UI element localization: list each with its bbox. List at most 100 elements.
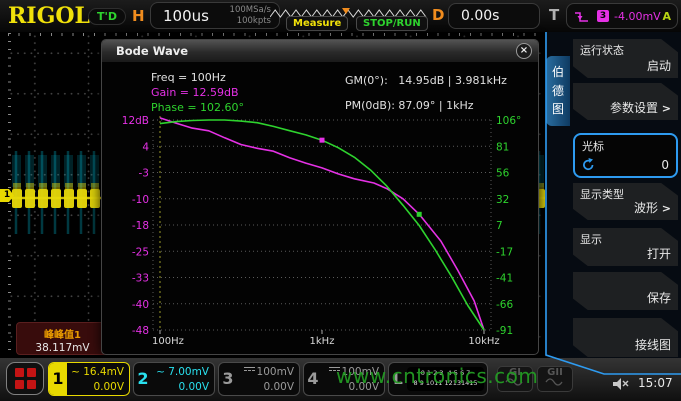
speaker-muted-icon[interactable] [612, 377, 630, 392]
channel-offset: 0.00V [67, 380, 124, 395]
gain-axis-tick: 12dB [122, 115, 149, 127]
cursor-gain-readout: Gain = 12.59dB [151, 86, 239, 99]
gm-point [417, 212, 422, 217]
measurement-value: 38.117mV [17, 342, 108, 354]
gain-margin-readout: GM(0°): 14.95dB | 3.981kHz [345, 74, 507, 87]
phase-axis-tick: 7 [496, 220, 503, 232]
trigger-box[interactable]: 3 -4.00mV A [566, 3, 678, 29]
channel-scale: 100mV [237, 365, 294, 380]
dialog-title: Bode Wave [102, 40, 538, 62]
menu-item-2[interactable]: 参数设置 > [573, 83, 678, 120]
source-gi-button[interactable]: GI [497, 366, 533, 392]
menu-item-value: 启动 [647, 57, 671, 74]
delay-label: D [432, 6, 444, 24]
bode-menu-tab[interactable]: 伯德图 [546, 56, 570, 126]
channel-scale: ~ 7.00mV [152, 365, 209, 380]
gain-axis-tick: -10 [132, 194, 149, 206]
gain-axis-tick: -18 [132, 220, 149, 232]
trigger-level-value: -4.00mV [614, 10, 662, 23]
measure-button[interactable]: Measure [286, 16, 348, 31]
ac-coupling-icon: ~ [156, 366, 168, 378]
channel-number: 4 [304, 363, 322, 395]
clock: 15:07 [638, 376, 673, 390]
menu-item-5[interactable]: 显示打开 [573, 228, 678, 266]
rotate-knob-icon [581, 157, 596, 172]
channel-1-box[interactable]: 1~ 16.4mV0.00V [48, 362, 130, 396]
gain-axis-tick: -40 [132, 299, 149, 311]
channel-number: 3 [219, 363, 237, 395]
phase-axis-tick: 56 [496, 168, 510, 180]
sine-wave-icon [545, 378, 565, 386]
channel-4-box[interactable]: 4100mV0.00V [303, 362, 385, 396]
menu-item-4[interactable]: 显示类型波形 > [573, 183, 678, 220]
menu-item-value: 接线图 [635, 336, 671, 353]
freq-axis-tick: 1kHz [310, 336, 335, 347]
phase-axis-tick: -41 [496, 273, 513, 285]
bode-wave-dialog: Bode Wave × Freq = 100Hz Gain = 12.59dB … [101, 39, 539, 355]
close-icon[interactable]: × [516, 43, 532, 59]
menu-item-value: 0 [661, 158, 669, 172]
phase-axis-tick: -66 [496, 299, 513, 311]
channel-offset: 0.00V [322, 380, 379, 395]
channel-offset: 0.00V [237, 380, 294, 395]
channel-number: 2 [134, 363, 152, 395]
menu-item-value: 参数设置 > [610, 99, 671, 116]
channel-scale: ~ 16.4mV [67, 365, 124, 380]
trigger-source-badge: 3 [597, 10, 609, 22]
logic-digits: 0 1 2 3 4 5 6 78 9 1011 12131415 [407, 367, 484, 391]
gain-axis-tick: 4 [142, 141, 149, 153]
channel-2-box[interactable]: 2~ 7.00mV0.00V [133, 362, 215, 396]
menu-item-label: 运行状态 [580, 42, 624, 58]
menu-item-3[interactable]: 光标 0 [573, 133, 678, 178]
cursor-freq-readout: Freq = 100Hz [151, 71, 226, 84]
gain-axis-tick: -25 [132, 246, 149, 258]
falling-edge-icon [574, 9, 589, 24]
dc-coupling-icon [244, 367, 255, 374]
chevron-right-icon: > [658, 102, 671, 115]
dc-coupling-icon [329, 367, 340, 374]
menu-sidebar: 伯德图 运行状态启动参数设置 > 光标 0 显示类型波形 > 显示打开保存接线图 [545, 32, 681, 375]
menu-grid-icon[interactable] [6, 362, 44, 395]
gain-curve [160, 118, 484, 330]
horizontal-label: H [132, 7, 145, 25]
channel-offset: 0.00V [152, 380, 209, 395]
menu-item-1[interactable]: 运行状态启动 [573, 39, 678, 78]
gain-axis-tick: -48 [132, 325, 149, 337]
channel-3-box[interactable]: 3100mV0.00V [218, 362, 300, 396]
trigger-label: T [549, 6, 559, 24]
source-gii-button[interactable]: GII [537, 366, 573, 392]
menu-item-6[interactable]: 保存 [573, 272, 678, 310]
channel-number: 1 [49, 363, 67, 395]
delay-box[interactable]: 0.00s [448, 3, 540, 29]
sine-wave-icon [505, 378, 525, 386]
phase-axis-tick: -17 [496, 246, 513, 258]
freq-axis-tick: 100Hz [152, 336, 184, 347]
trigger-status-badge: T'D [88, 8, 126, 25]
phase-axis-tick: 32 [496, 194, 509, 206]
bottom-bar: 1~ 16.4mV0.00V2~ 7.00mV0.00V3100mV0.00V4… [0, 358, 681, 401]
phase-axis-tick: 81 [496, 141, 509, 153]
oscilloscope-screen: RIGOL T'D H 100us 100MSa/s100kpts Measur… [0, 0, 681, 401]
menu-item-label: 光标 [582, 138, 604, 154]
bode-chart: 12dB 106° 4 81 -3 56 -10 32 -18 7 -25 -17 -33 -41 -40 -… [102, 106, 540, 352]
timebase-box[interactable]: 100us 100MSa/s100kpts [150, 2, 280, 29]
measurement-name: 峰峰值1 [17, 326, 108, 341]
logic-channels-box[interactable]: L 0 1 2 3 4 5 6 78 9 1011 12131415 [388, 362, 488, 396]
ac-coupling-icon: ~ [71, 366, 83, 378]
gain-axis-tick: -3 [139, 168, 149, 180]
menu-item-7[interactable]: 接线图 [573, 318, 678, 357]
channel-scale: 100mV [322, 365, 379, 380]
measurement-result-box: 峰峰值1 38.117mV [16, 322, 109, 355]
phase-axis-tick: 106° [496, 115, 521, 127]
rigol-logo: RIGOL [8, 3, 90, 29]
timebase-value: 100us [151, 7, 230, 25]
menu-item-value: 波形 > [634, 199, 671, 216]
stop-run-button[interactable]: STOP/RUN [356, 16, 428, 31]
trigger-mode: A [662, 10, 671, 23]
pm-point [320, 138, 325, 143]
gain-axis-tick: -33 [132, 273, 149, 285]
chevron-right-icon: > [658, 202, 671, 215]
logic-label: L [389, 370, 407, 388]
menu-item-value: 打开 [647, 245, 671, 262]
sample-rate: 100MSa/s [230, 5, 271, 15]
